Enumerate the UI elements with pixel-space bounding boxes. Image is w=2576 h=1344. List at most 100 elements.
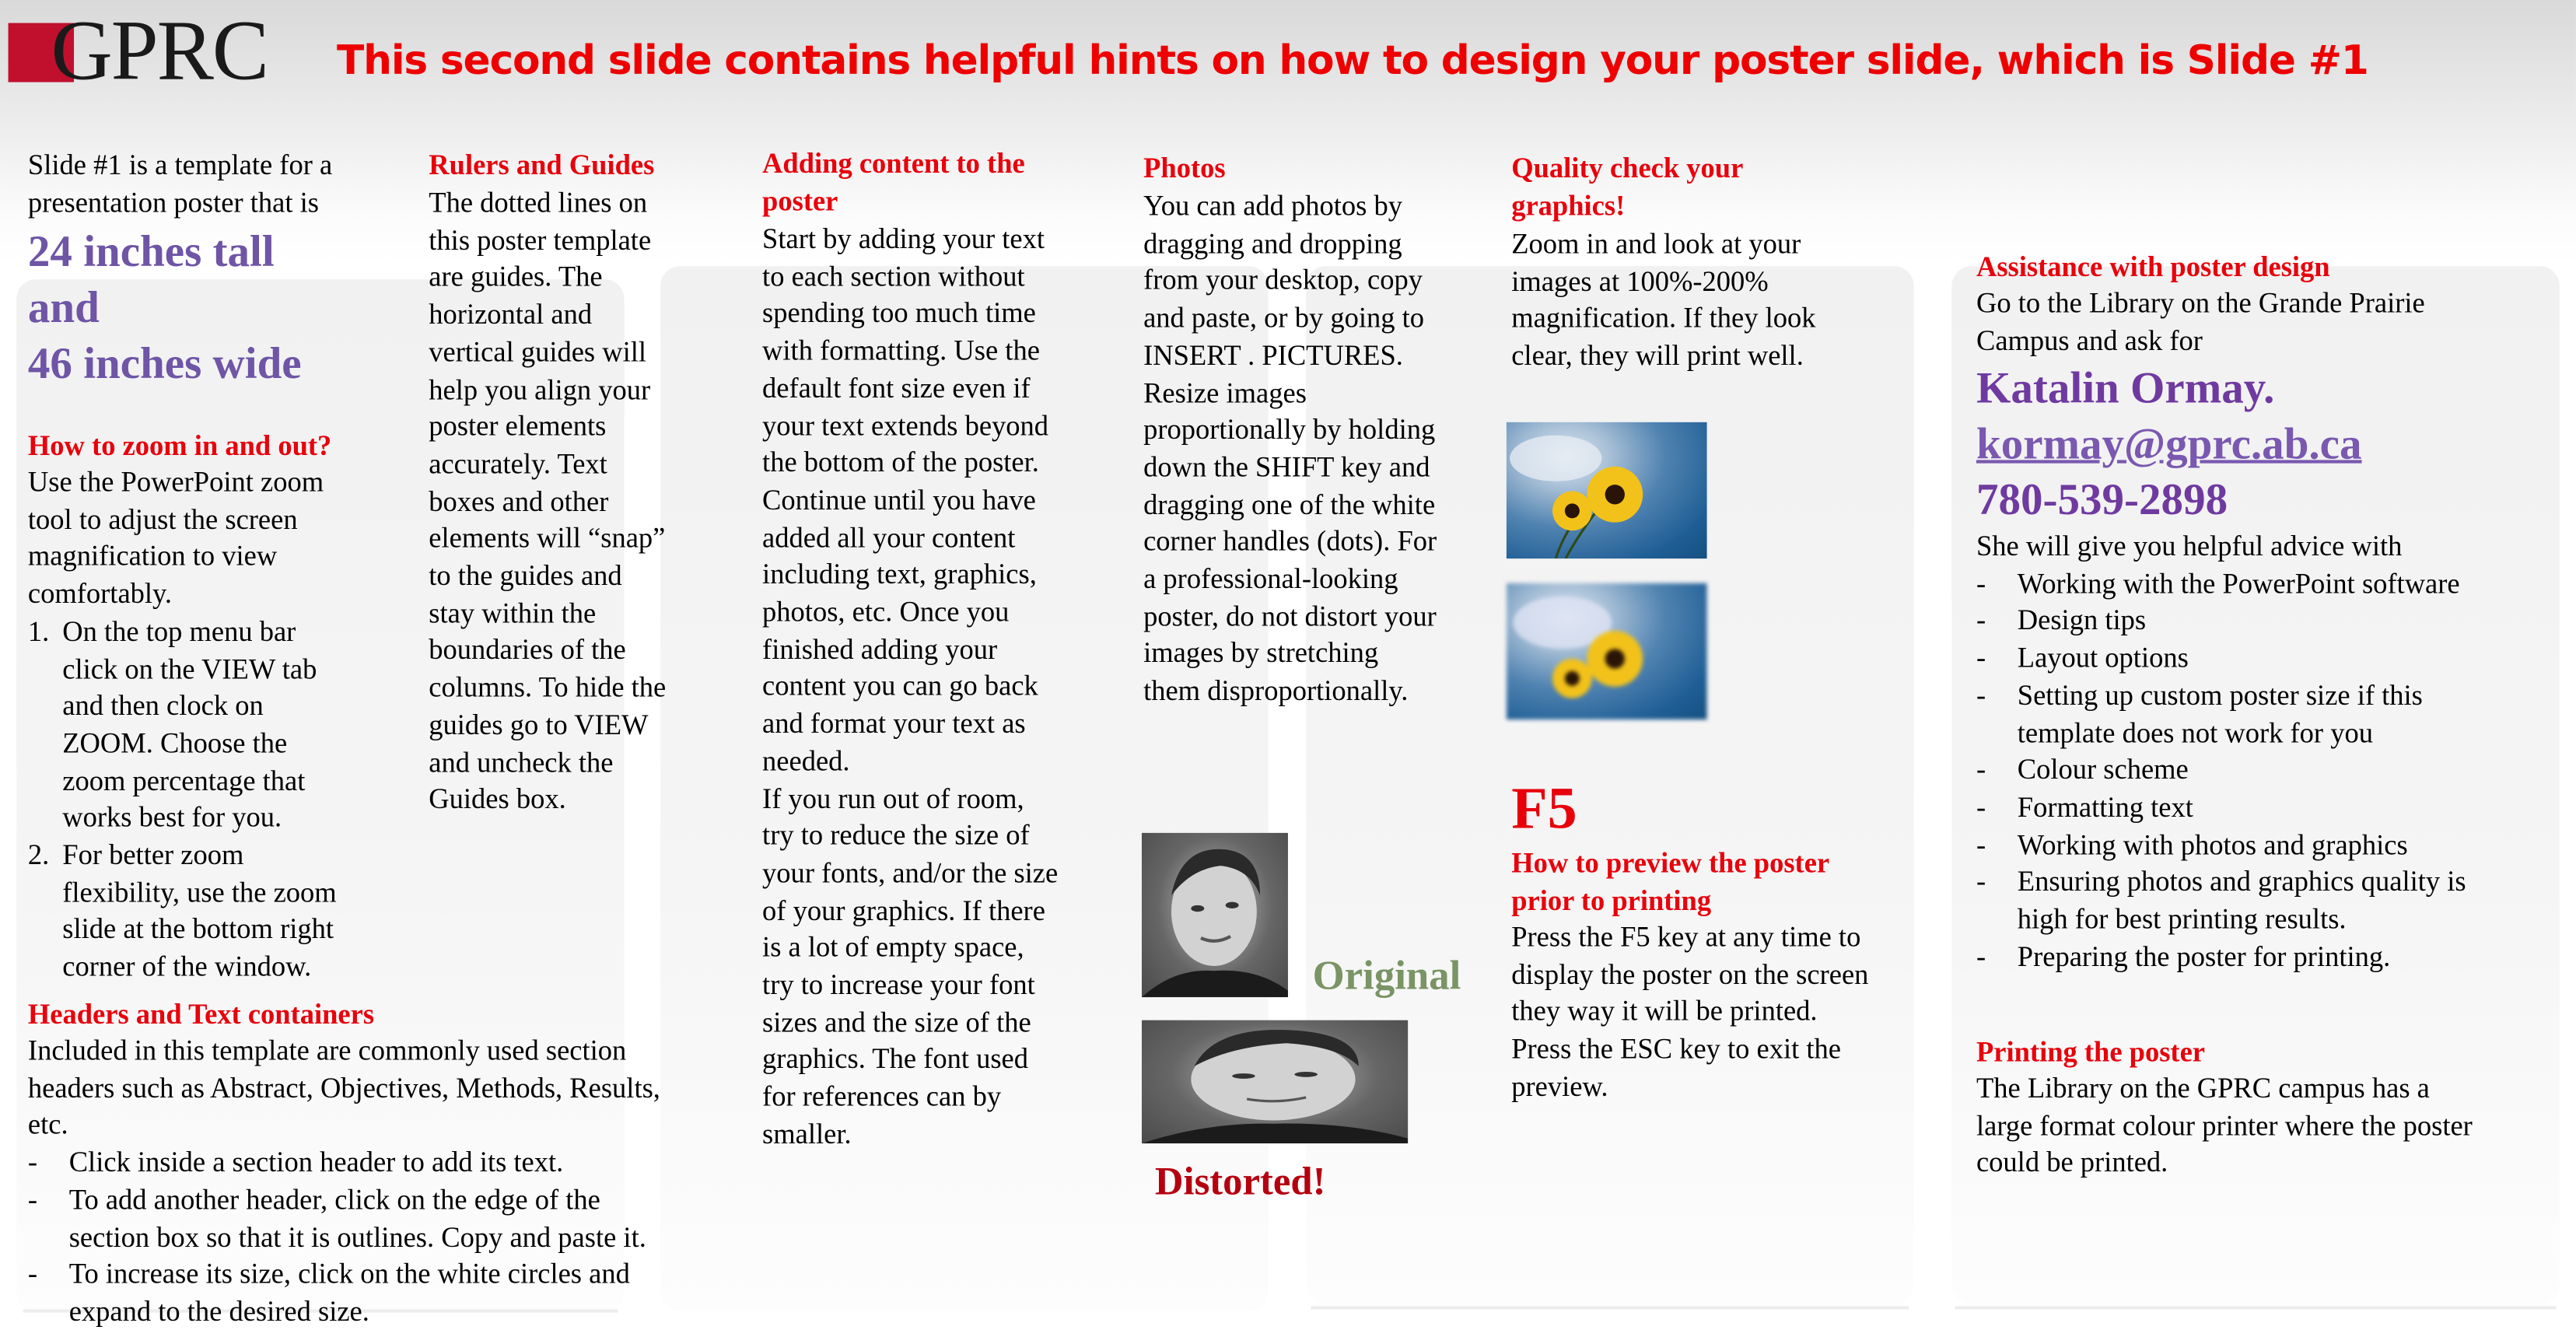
list-item: - Layout options bbox=[1976, 641, 2466, 678]
text-line: The dotted lines on bbox=[429, 187, 648, 219]
text-line: etc. bbox=[27, 1109, 68, 1141]
text-line: Layout options bbox=[2017, 642, 2189, 674]
text-line: Press the ESC key to exit the bbox=[1511, 1033, 1842, 1065]
list-item: - Colour scheme bbox=[1976, 753, 2466, 790]
text-line: could be printed. bbox=[1976, 1147, 2168, 1179]
text-line: needed. bbox=[762, 745, 850, 777]
column-intro: Slide #1 is a template for a presentatio… bbox=[28, 148, 332, 222]
text-line: flexibility, use the zoom bbox=[62, 877, 337, 908]
text-line: corner of the window. bbox=[62, 951, 312, 983]
text-line: clear, they will print well. bbox=[1511, 340, 1804, 372]
section-heading-printing: Printing the poster bbox=[1976, 1036, 2206, 1068]
text-line: Setting up custom poster size if this bbox=[2017, 680, 2423, 712]
text-line: and uncheck the bbox=[429, 747, 614, 779]
text-line: to each section without bbox=[762, 261, 1025, 292]
text-line: with formatting. Use the bbox=[762, 335, 1040, 367]
dash-bullet: - bbox=[1976, 605, 1986, 637]
section-heading-photos: Photos bbox=[1143, 152, 1226, 184]
text-line: Preparing the poster for printing. bbox=[2017, 940, 2391, 972]
section-heading-quality: Quality check your graphics! bbox=[1511, 151, 1743, 226]
text-line: Colour scheme bbox=[2017, 754, 2189, 786]
dash-bullet: - bbox=[1976, 754, 1986, 786]
blurry-flower-photo bbox=[1506, 583, 1707, 720]
text-line: finished adding your bbox=[762, 633, 998, 665]
text-line: a professional-looking bbox=[1143, 563, 1398, 595]
text-line: magnification. If they look bbox=[1511, 303, 1816, 334]
text-line: She will give you helpful advice with bbox=[1976, 530, 2403, 562]
text-line: magnification to view bbox=[27, 541, 278, 572]
section-heading-rulers: Rulers and Guides bbox=[429, 149, 655, 181]
text-line: images by stretching bbox=[1143, 638, 1379, 670]
list-item: 1. On the top menu bar click on the VIEW… bbox=[28, 614, 337, 838]
list-item: - Design tips bbox=[1976, 604, 2466, 641]
text-line: down the SHIFT key and bbox=[1143, 451, 1430, 483]
dash-bullet: - bbox=[27, 1184, 38, 1216]
text-line: and then clock on bbox=[62, 690, 264, 722]
text-line: for references can by bbox=[762, 1081, 1002, 1113]
text-line: help you align your bbox=[429, 373, 651, 405]
sharp-flower-photo bbox=[1506, 422, 1707, 559]
text-line: section box so that it is outlines. Copy… bbox=[68, 1221, 646, 1253]
logo-text: GPRC bbox=[51, 5, 269, 99]
heading-line: prior to printing bbox=[1511, 884, 1712, 916]
text-line: elements will “snap” bbox=[429, 523, 666, 555]
text-line: them disproportionally. bbox=[1143, 675, 1409, 707]
sunflower-image-blurred bbox=[1513, 596, 1643, 698]
text-line: Go to the Library on the Grande Prairie bbox=[1976, 287, 2425, 319]
text-line: tool to adjust the screen bbox=[27, 503, 298, 535]
contact-email-link[interactable]: kormay@gprc.ab.ca bbox=[1976, 415, 2362, 471]
text-line: added all your content bbox=[762, 521, 1016, 554]
text-line: Zoom in and look at your bbox=[1511, 228, 1801, 260]
slide: GPRC This second slide contains helpful … bbox=[0, 0, 2576, 1344]
section-heading-zoom: How to zoom in and out? bbox=[27, 430, 332, 462]
slide-title: This second slide contains helpful hints… bbox=[337, 36, 2369, 84]
text-line: template does not work for you bbox=[2017, 717, 2373, 749]
headers-instructions: Included in this template are commonly u… bbox=[28, 1034, 660, 1332]
original-label: Original bbox=[1312, 954, 1461, 999]
text-line: try to reduce the size of bbox=[762, 820, 1030, 852]
list-item: - To increase its size, click on the whi… bbox=[28, 1257, 660, 1332]
text-line: To increase its size, click on the white… bbox=[68, 1258, 630, 1290]
quality-text: Zoom in and look at your images at 100%-… bbox=[1511, 226, 1815, 376]
text-line: Continue until you have bbox=[762, 484, 1036, 516]
text-line: Click inside a section header to add its… bbox=[68, 1146, 564, 1178]
heading-line: Quality check your bbox=[1511, 152, 1744, 184]
text-line: accurately. Text bbox=[429, 448, 607, 480]
text-line: Formatting text bbox=[2017, 791, 2193, 824]
distorted-label: Distorted! bbox=[1154, 1161, 1326, 1205]
list-item: - Working with photos and graphics bbox=[1976, 828, 2466, 865]
text-line: Design tips bbox=[2017, 605, 2147, 637]
text-line: Campus and ask for bbox=[1976, 324, 2203, 356]
section-heading-assistance: Assistance with poster design bbox=[1976, 251, 2330, 283]
heading-line: graphics! bbox=[1511, 190, 1626, 222]
dash-bullet: - bbox=[1976, 791, 1986, 824]
text-line: Guides box. bbox=[429, 784, 566, 816]
heading-line: Adding content to the bbox=[762, 148, 1025, 180]
poster-width: 46 inches wide bbox=[27, 338, 302, 388]
text-line: Working with photos and graphics bbox=[2017, 828, 2408, 861]
text-line: zoom percentage that bbox=[62, 765, 306, 796]
sunflower-image bbox=[1510, 435, 1643, 559]
text-line: works best for you. bbox=[62, 802, 282, 834]
text-line: content you can go back bbox=[762, 670, 1038, 702]
text-line: Resize images bbox=[1143, 376, 1307, 408]
section-heading-adding-content: Adding content to the poster bbox=[762, 146, 1025, 221]
list-item: - To add another header, click on the ed… bbox=[28, 1182, 660, 1257]
text-line: headers such as Abstract, Objectives, Me… bbox=[27, 1072, 660, 1104]
text-line: comfortably. bbox=[27, 578, 173, 610]
poster-size: 24 inches tall and 46 inches wide bbox=[28, 223, 302, 390]
contact-name: Katalin Ormay. bbox=[1976, 362, 2275, 413]
preview-text: Press the F5 key at any time to display … bbox=[1511, 920, 1868, 1107]
assistance-intro: Go to the Library on the Grande Prairie … bbox=[1976, 286, 2425, 361]
text-line: and format your text as bbox=[762, 708, 1026, 740]
rulers-text: The dotted lines on this poster template… bbox=[429, 186, 666, 820]
text-line: preview. bbox=[1511, 1070, 1608, 1102]
text-line: To add another header, click on the edge… bbox=[68, 1184, 600, 1216]
text-line: display the poster on the screen bbox=[1511, 958, 1869, 991]
text-line: vertical guides will bbox=[429, 336, 647, 368]
distorted-image bbox=[1141, 1030, 1409, 1144]
f5-key-label: F5 bbox=[1511, 775, 1577, 842]
list-item: - Working with the PowerPoint software bbox=[1976, 566, 2466, 604]
text-line: photos, etc. Once you bbox=[762, 596, 1010, 628]
text-line: this poster template bbox=[429, 224, 652, 256]
